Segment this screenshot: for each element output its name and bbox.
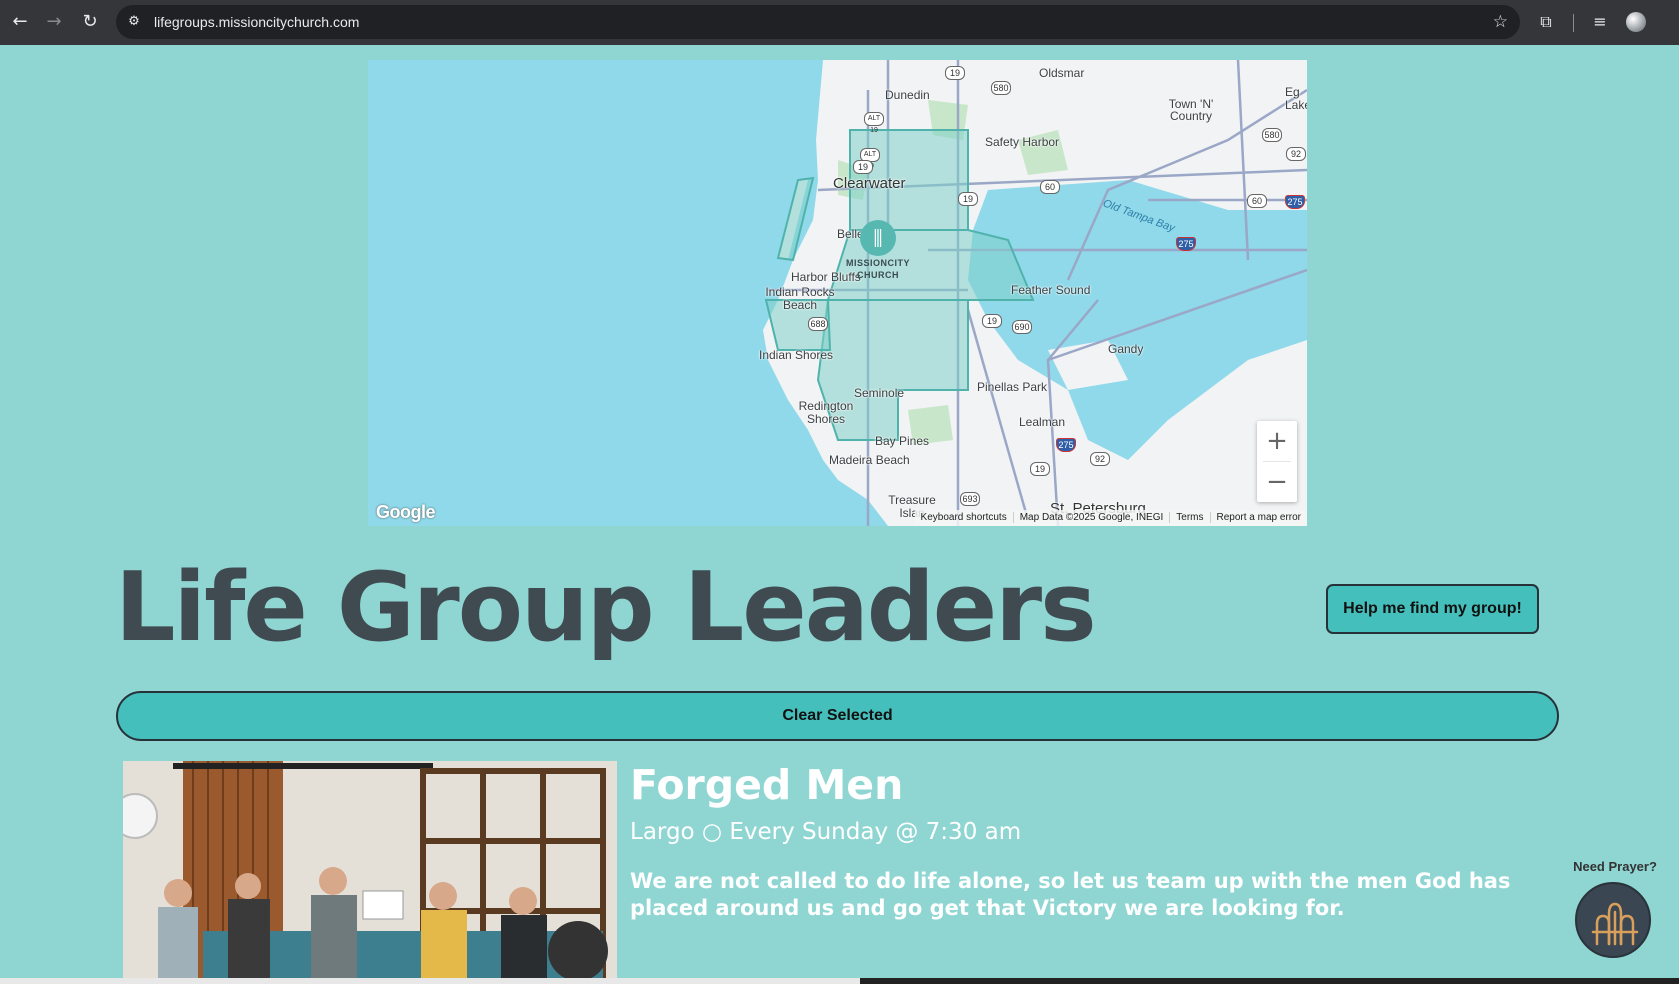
media-control-icon[interactable]: ≡ (1588, 10, 1612, 34)
url-text[interactable]: lifegroups.missioncitychurch.com (154, 13, 359, 31)
map-label-gandy: Gandy (1108, 342, 1144, 356)
page-title: Life Group Leaders (115, 553, 1097, 663)
route-badge: 693 (960, 492, 980, 506)
map-label-feather-sound: Feather Sound (1011, 283, 1091, 297)
need-prayer-label: Need Prayer? (1573, 859, 1657, 874)
reload-icon[interactable]: ↻ (78, 10, 102, 34)
map-zoom-controls: + − (1257, 421, 1297, 502)
church-logo-icon: ⫼ (860, 220, 896, 256)
report-map-error-link[interactable]: Report a map error (1211, 512, 1307, 523)
route-badge: 92 (1090, 452, 1110, 466)
map-label-dunedin: Dunedin (885, 88, 930, 102)
scrollbar-thumb[interactable] (860, 978, 1679, 984)
route-badge: 690 (1012, 320, 1032, 334)
group-description: We are not called to do life alone, so l… (630, 869, 1511, 920)
route-badge: 19 (853, 160, 873, 174)
route-badge: 275 (1176, 237, 1196, 251)
group-meta: Largo ○ Every Sunday @ 7:30 am (630, 819, 1022, 845)
terms-link[interactable]: Terms (1170, 512, 1211, 523)
zoom-out-button[interactable]: − (1257, 462, 1297, 502)
church-map-marker[interactable]: ⫼ MISSIONCITY CHURCH (833, 220, 923, 290)
route-badge: 60 (1040, 180, 1060, 194)
map-label-pinellas-park: Pinellas Park (977, 380, 1048, 394)
map-label-lake: Eg Lake (1285, 85, 1307, 112)
address-bar[interactable]: ⚙ lifegroups.missioncitychurch.com ☆ (116, 5, 1520, 39)
need-prayer-button[interactable] (1575, 882, 1651, 958)
route-badge: 275 (1285, 195, 1305, 209)
map-attribution: Keyboard shortcuts Map Data ©2025 Google,… (914, 510, 1307, 526)
map-label-bay-pines: Bay Pines (875, 434, 930, 448)
church-marker-line2: CHURCH (857, 270, 899, 280)
forward-arrow-icon[interactable]: → (42, 10, 66, 34)
group-name[interactable]: Forged Men (630, 758, 903, 812)
map-label-indian-shores: Indian Shores (759, 348, 834, 362)
route-badge: 19 (1030, 462, 1050, 476)
route-badge: 19 (958, 192, 978, 206)
keyboard-shortcuts-link[interactable]: Keyboard shortcuts (914, 512, 1014, 523)
map-data-text: Map Data ©2025 Google, INEGI (1013, 512, 1171, 523)
group-photo-illustration (123, 761, 617, 984)
extensions-icon[interactable]: ⧉ (1534, 10, 1558, 34)
site-settings-icon[interactable]: ⚙ (124, 12, 144, 32)
map-label-safety-harbor: Safety Harbor (985, 135, 1060, 149)
map-label-clearwater: Clearwater (833, 175, 906, 192)
zoom-in-button[interactable]: + (1257, 421, 1297, 461)
clear-selected-button[interactable]: Clear Selected (116, 691, 1559, 741)
google-logo[interactable]: Google (376, 502, 436, 523)
bookmark-star-icon[interactable]: ☆ (1493, 11, 1508, 33)
map-label-redington-shores: Redington Shores (798, 399, 854, 426)
group-photo[interactable] (123, 761, 617, 984)
route-badge: 92 (1286, 147, 1306, 161)
map-label-oldsmar: Oldsmar (1039, 66, 1085, 80)
map-label-town-n-country: Town 'N' Country (1168, 97, 1214, 123)
church-logo-icon (1591, 902, 1639, 946)
map-label-indian-rocks-beach: Indian Rocks Beach (765, 285, 835, 312)
horizontal-scrollbar[interactable] (0, 978, 1679, 984)
profile-avatar-icon[interactable] (1626, 12, 1646, 32)
route-badge: 580 (1262, 128, 1282, 142)
help-find-group-button[interactable]: Help me find my group! (1326, 584, 1539, 634)
route-badge: 19 (982, 314, 1002, 328)
route-badge: 580 (991, 81, 1011, 95)
group-map[interactable]: Oldsmar Dunedin Town 'N' Country Eg Lake… (368, 60, 1307, 526)
route-badge: ALT 19 (864, 112, 884, 134)
route-badge: 275 (1056, 438, 1076, 452)
route-badge: 19 (945, 66, 965, 80)
map-label-seminole: Seminole (854, 386, 905, 400)
map-label-madeira-beach: Madeira Beach (829, 453, 910, 467)
toolbar-divider (1573, 14, 1574, 32)
route-badge: 688 (808, 317, 828, 331)
map-label-lealman: Lealman (1019, 415, 1066, 429)
church-marker-line1: MISSIONCITY (845, 258, 910, 268)
browser-toolbar: ← → ↻ ⚙ lifegroups.missioncitychurch.com… (0, 0, 1679, 45)
back-arrow-icon[interactable]: ← (8, 10, 32, 34)
route-badge: 60 (1247, 194, 1267, 208)
